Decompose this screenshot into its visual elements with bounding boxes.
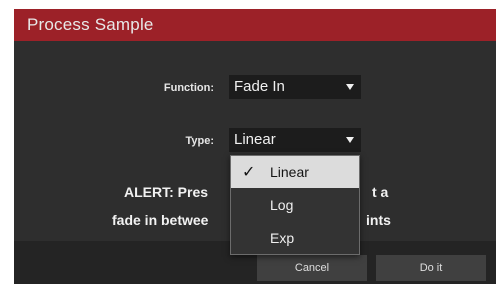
dropdown-option-label: Exp bbox=[270, 230, 295, 246]
chevron-down-icon bbox=[346, 84, 354, 90]
type-dropdown-menu: ✓ Linear Log Exp bbox=[230, 155, 360, 255]
do-it-button[interactable]: Do it bbox=[376, 255, 486, 281]
function-select[interactable]: Fade In bbox=[229, 75, 361, 99]
dropdown-option-log[interactable]: Log bbox=[231, 189, 359, 221]
dialog-title-bar: Process Sample bbox=[14, 9, 496, 41]
type-label: Type: bbox=[185, 135, 214, 147]
cancel-button[interactable]: Cancel bbox=[257, 255, 367, 281]
dropdown-option-label: Log bbox=[270, 197, 294, 213]
dropdown-option-exp[interactable]: Exp bbox=[231, 222, 359, 254]
dropdown-option-label: Linear bbox=[270, 164, 309, 180]
dropdown-option-linear[interactable]: ✓ Linear bbox=[231, 156, 359, 188]
function-label: Function: bbox=[163, 82, 214, 94]
check-icon: ✓ bbox=[242, 164, 256, 181]
alert-line-1-right: t a bbox=[372, 184, 389, 200]
dialog-title: Process Sample bbox=[27, 15, 154, 34]
chevron-down-icon bbox=[346, 137, 354, 143]
type-select[interactable]: Linear bbox=[229, 128, 361, 152]
type-select-value: Linear bbox=[234, 131, 276, 148]
alert-line-2-right: ints bbox=[366, 212, 391, 228]
alert-line-2-left: fade in betwee bbox=[112, 212, 209, 228]
function-select-value: Fade In bbox=[234, 78, 285, 95]
alert-line-1-left: ALERT: Pres bbox=[124, 184, 209, 200]
